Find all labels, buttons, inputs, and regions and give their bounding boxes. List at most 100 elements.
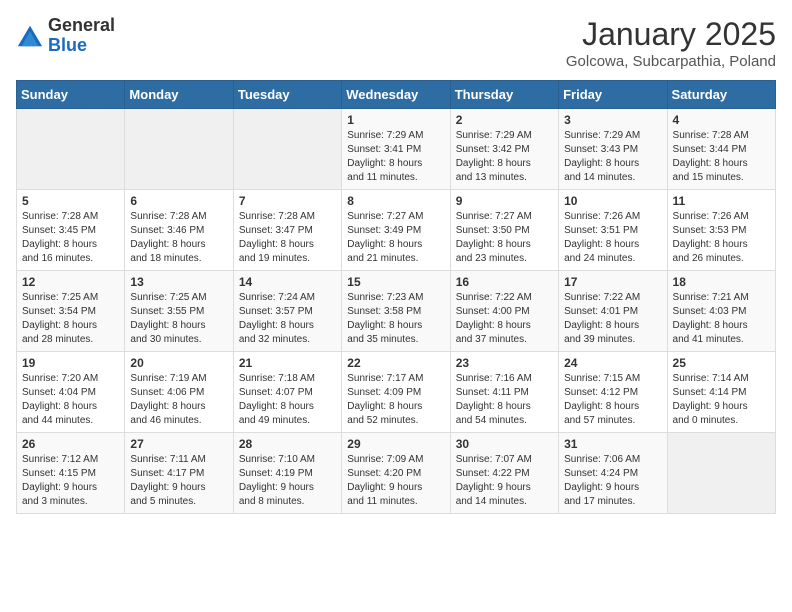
calendar-day-14: 14 Sunrise: 7:24 AMSunset: 3:57 PMDayligh…	[233, 271, 341, 352]
day-info: Sunrise: 7:28 AMSunset: 3:46 PMDaylight:…	[130, 210, 227, 266]
day-number: 14	[239, 275, 336, 289]
day-info: Sunrise: 7:25 AMSunset: 3:54 PMDaylight:…	[22, 291, 119, 347]
day-info: Sunrise: 7:15 AMSunset: 4:12 PMDaylight:…	[564, 372, 661, 428]
calendar-day-2: 2 Sunrise: 7:29 AMSunset: 3:42 PMDaylight…	[450, 109, 558, 190]
day-info: Sunrise: 7:28 AMSunset: 3:44 PMDaylight:…	[673, 129, 770, 185]
page-header: General Blue January 2025 Golcowa, Subca…	[16, 16, 776, 70]
day-info: Sunrise: 7:29 AMSunset: 3:42 PMDaylight:…	[456, 129, 553, 185]
day-number: 10	[564, 194, 661, 208]
calendar-day-11: 11Sunrise: 7:26 AMSunset: 3:53 PMDayligh…	[667, 190, 775, 271]
logo-blue-text: Blue	[48, 36, 115, 56]
day-info: Sunrise: 7:06 AMSunset: 4:24 PMDaylight:…	[564, 453, 661, 509]
day-header-monday: Monday	[125, 81, 233, 109]
calendar-day-9: 9 Sunrise: 7:27 AMSunset: 3:50 PMDaylight…	[450, 190, 558, 271]
day-header-thursday: Thursday	[450, 81, 558, 109]
day-number: 9	[456, 194, 553, 208]
logo-icon	[16, 22, 44, 50]
day-number: 16	[456, 275, 553, 289]
day-info: Sunrise: 7:28 AMSunset: 3:45 PMDaylight:…	[22, 210, 119, 266]
day-number: 23	[456, 356, 553, 370]
day-number: 17	[564, 275, 661, 289]
day-info: Sunrise: 7:22 AMSunset: 4:01 PMDaylight:…	[564, 291, 661, 347]
day-number: 4	[673, 113, 770, 127]
day-info: Sunrise: 7:29 AMSunset: 3:43 PMDaylight:…	[564, 129, 661, 185]
calendar-week-row: 12 Sunrise: 7:25 AMSunset: 3:54 PMDayligh…	[17, 271, 776, 352]
day-number: 26	[22, 437, 119, 451]
calendar-week-row: 26 Sunrise: 7:12 AMSunset: 4:15 PMDayligh…	[17, 433, 776, 514]
day-number: 15	[347, 275, 444, 289]
day-info: Sunrise: 7:09 AMSunset: 4:20 PMDaylight:…	[347, 453, 444, 509]
calendar-day-25: 25 Sunrise: 7:14 AMSunset: 4:14 PMDayligh…	[667, 352, 775, 433]
calendar-day-17: 17 Sunrise: 7:22 AMSunset: 4:01 PMDayligh…	[559, 271, 667, 352]
day-info: Sunrise: 7:18 AMSunset: 4:07 PMDaylight:…	[239, 372, 336, 428]
day-info: Sunrise: 7:24 AMSunset: 3:57 PMDaylight:…	[239, 291, 336, 347]
day-number: 6	[130, 194, 227, 208]
day-info: Sunrise: 7:10 AMSunset: 4:19 PMDaylight:…	[239, 453, 336, 509]
day-header-sunday: Sunday	[17, 81, 125, 109]
calendar-day-29: 29 Sunrise: 7:09 AMSunset: 4:20 PMDayligh…	[342, 433, 450, 514]
location-subtitle: Golcowa, Subcarpathia, Poland	[566, 53, 776, 70]
day-number: 30	[456, 437, 553, 451]
day-info: Sunrise: 7:14 AMSunset: 4:14 PMDaylight:…	[673, 372, 770, 428]
calendar-day-23: 23 Sunrise: 7:16 AMSunset: 4:11 PMDayligh…	[450, 352, 558, 433]
calendar-day-18: 18Sunrise: 7:21 AMSunset: 4:03 PMDayligh…	[667, 271, 775, 352]
day-info: Sunrise: 7:21 AMSunset: 4:03 PMDaylight:…	[673, 291, 770, 347]
logo-general-text: General	[48, 16, 115, 36]
calendar-week-row: 5 Sunrise: 7:28 AMSunset: 3:45 PMDaylight…	[17, 190, 776, 271]
calendar-day-24: 24Sunrise: 7:15 AMSunset: 4:12 PMDayligh…	[559, 352, 667, 433]
logo: General Blue	[16, 16, 115, 56]
day-info: Sunrise: 7:25 AMSunset: 3:55 PMDaylight:…	[130, 291, 227, 347]
day-number: 21	[239, 356, 336, 370]
calendar-day-16: 16 Sunrise: 7:22 AMSunset: 4:00 PMDayligh…	[450, 271, 558, 352]
day-number: 7	[239, 194, 336, 208]
day-info: Sunrise: 7:27 AMSunset: 3:49 PMDaylight:…	[347, 210, 444, 266]
day-info: Sunrise: 7:16 AMSunset: 4:11 PMDaylight:…	[456, 372, 553, 428]
day-info: Sunrise: 7:12 AMSunset: 4:15 PMDaylight:…	[22, 453, 119, 509]
calendar-day-27: 27Sunrise: 7:11 AMSunset: 4:17 PMDayligh…	[125, 433, 233, 514]
day-info: Sunrise: 7:19 AMSunset: 4:06 PMDaylight:…	[130, 372, 227, 428]
day-header-saturday: Saturday	[667, 81, 775, 109]
calendar-empty-cell	[17, 109, 125, 190]
calendar-day-12: 12 Sunrise: 7:25 AMSunset: 3:54 PMDayligh…	[17, 271, 125, 352]
calendar-table: SundayMondayTuesdayWednesdayThursdayFrid…	[16, 80, 776, 514]
day-number: 22	[347, 356, 444, 370]
calendar-empty-cell	[125, 109, 233, 190]
day-info: Sunrise: 7:22 AMSunset: 4:00 PMDaylight:…	[456, 291, 553, 347]
calendar-day-28: 28Sunrise: 7:10 AMSunset: 4:19 PMDayligh…	[233, 433, 341, 514]
day-info: Sunrise: 7:17 AMSunset: 4:09 PMDaylight:…	[347, 372, 444, 428]
day-number: 25	[673, 356, 770, 370]
day-header-wednesday: Wednesday	[342, 81, 450, 109]
day-number: 3	[564, 113, 661, 127]
calendar-day-1: 1 Sunrise: 7:29 AMSunset: 3:41 PMDaylight…	[342, 109, 450, 190]
day-info: Sunrise: 7:23 AMSunset: 3:58 PMDaylight:…	[347, 291, 444, 347]
day-number: 20	[130, 356, 227, 370]
calendar-empty-cell	[233, 109, 341, 190]
day-number: 1	[347, 113, 444, 127]
calendar-day-15: 15 Sunrise: 7:23 AMSunset: 3:58 PMDayligh…	[342, 271, 450, 352]
calendar-week-row: 19Sunrise: 7:20 AMSunset: 4:04 PMDayligh…	[17, 352, 776, 433]
day-number: 8	[347, 194, 444, 208]
calendar-header-row: SundayMondayTuesdayWednesdayThursdayFrid…	[17, 81, 776, 109]
calendar-day-6: 6 Sunrise: 7:28 AMSunset: 3:46 PMDaylight…	[125, 190, 233, 271]
day-info: Sunrise: 7:07 AMSunset: 4:22 PMDaylight:…	[456, 453, 553, 509]
day-number: 13	[130, 275, 227, 289]
day-number: 29	[347, 437, 444, 451]
day-info: Sunrise: 7:28 AMSunset: 3:47 PMDaylight:…	[239, 210, 336, 266]
day-info: Sunrise: 7:11 AMSunset: 4:17 PMDaylight:…	[130, 453, 227, 509]
calendar-day-7: 7 Sunrise: 7:28 AMSunset: 3:47 PMDaylight…	[233, 190, 341, 271]
day-number: 31	[564, 437, 661, 451]
calendar-day-13: 13 Sunrise: 7:25 AMSunset: 3:55 PMDayligh…	[125, 271, 233, 352]
calendar-day-31: 31 Sunrise: 7:06 AMSunset: 4:24 PMDayligh…	[559, 433, 667, 514]
calendar-day-30: 30 Sunrise: 7:07 AMSunset: 4:22 PMDayligh…	[450, 433, 558, 514]
day-header-tuesday: Tuesday	[233, 81, 341, 109]
calendar-day-3: 3 Sunrise: 7:29 AMSunset: 3:43 PMDaylight…	[559, 109, 667, 190]
day-number: 2	[456, 113, 553, 127]
calendar-day-26: 26 Sunrise: 7:12 AMSunset: 4:15 PMDayligh…	[17, 433, 125, 514]
day-number: 12	[22, 275, 119, 289]
calendar-day-21: 21 Sunrise: 7:18 AMSunset: 4:07 PMDayligh…	[233, 352, 341, 433]
day-info: Sunrise: 7:27 AMSunset: 3:50 PMDaylight:…	[456, 210, 553, 266]
calendar-day-8: 8 Sunrise: 7:27 AMSunset: 3:49 PMDaylight…	[342, 190, 450, 271]
day-info: Sunrise: 7:29 AMSunset: 3:41 PMDaylight:…	[347, 129, 444, 185]
day-number: 5	[22, 194, 119, 208]
calendar-day-20: 20 Sunrise: 7:19 AMSunset: 4:06 PMDayligh…	[125, 352, 233, 433]
